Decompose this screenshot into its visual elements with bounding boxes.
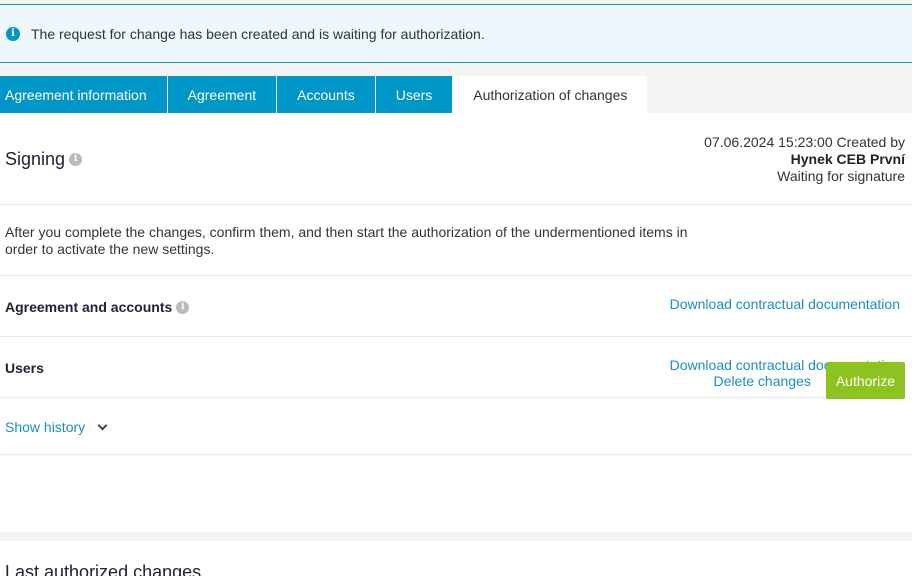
authorization-panel: Signing i 07.06.2024 15:23:00 Created by… <box>0 113 912 532</box>
tab-label: Agreement information <box>5 86 147 103</box>
download-documentation-link[interactable]: Download contractual documentation <box>670 296 900 312</box>
info-icon[interactable]: i <box>176 300 190 314</box>
banner-text: The request for change has been created … <box>31 25 485 42</box>
chevron-down-icon <box>97 420 108 430</box>
item-label: Agreement and accounts i <box>5 299 190 315</box>
item-row-agreement-accounts: Agreement and accounts i Download contra… <box>0 276 912 337</box>
info-icon: i <box>6 26 20 41</box>
tab-bar: Agreement information Agreement Accounts… <box>0 76 648 113</box>
show-history-label: Show history <box>5 419 86 435</box>
tab-label: Agreement <box>187 86 257 103</box>
tab-label: Authorization of changes <box>473 86 628 103</box>
tab-agreement[interactable]: Agreement <box>167 76 277 113</box>
tab-label: Users <box>395 86 433 103</box>
signing-meta: 07.06.2024 15:23:00 Created by Hynek CEB… <box>704 134 905 185</box>
tab-accounts[interactable]: Accounts <box>277 76 375 113</box>
item-label: Users <box>5 360 44 376</box>
item-label-text: Users <box>5 360 44 376</box>
info-icon[interactable]: i <box>69 153 83 166</box>
show-history-toggle[interactable]: Show history <box>5 419 108 435</box>
item-label-text: Agreement and accounts <box>5 299 173 315</box>
signing-title: Signing i <box>5 149 83 170</box>
tab-users[interactable]: Users <box>375 76 453 113</box>
tab-label: Accounts <box>297 86 355 103</box>
info-banner: i The request for change has been create… <box>0 4 912 63</box>
authorize-button[interactable]: Authorize <box>825 362 905 399</box>
signing-status: Waiting for signature <box>777 168 905 184</box>
action-bar: Delete changes Authorize <box>714 362 905 399</box>
delete-changes-button[interactable]: Delete changes <box>714 373 811 389</box>
last-changes-panel: Last authorized changes <box>0 541 912 576</box>
created-line: 07.06.2024 15:23:00 Created by <box>704 134 905 150</box>
tab-agreement-information[interactable]: Agreement information <box>0 76 167 113</box>
instructions-row: After you complete the changes, confirm … <box>0 205 912 276</box>
tab-authorization-of-changes[interactable]: Authorization of changes <box>453 76 648 113</box>
instructions-text: After you complete the changes, confirm … <box>5 224 688 257</box>
signing-title-text: Signing <box>5 149 66 169</box>
last-changes-title: Last authorized changes <box>5 562 202 576</box>
creator-name: Hynek CEB První <box>790 151 905 167</box>
history-row: Show history <box>0 398 912 455</box>
signing-row: Signing i 07.06.2024 15:23:00 Created by… <box>0 113 912 205</box>
